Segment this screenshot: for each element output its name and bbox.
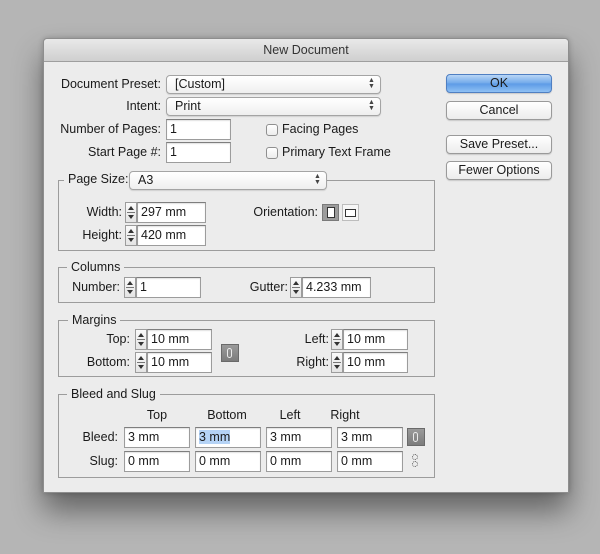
slug-left-input[interactable]: 0 mm [266, 451, 332, 472]
margins-link-button[interactable] [221, 344, 239, 362]
gutter-input[interactable]: 4.233 mm [302, 277, 371, 298]
margin-bottom-input[interactable]: 10 mm [147, 352, 212, 373]
margin-right-input[interactable]: 10 mm [343, 352, 408, 373]
margins-title: Margins [68, 313, 121, 327]
bleed-col-top: Top [146, 408, 168, 422]
margin-top-label: Top: [106, 332, 130, 346]
chain-link-icon [413, 432, 418, 442]
fewer-options-button[interactable]: Fewer Options [446, 161, 552, 180]
margin-bottom-stepper[interactable] [135, 352, 147, 373]
width-stepper[interactable] [125, 202, 137, 223]
bleed-col-right: Right [330, 408, 360, 422]
height-stepper[interactable] [125, 225, 137, 246]
dialog-title: New Document [44, 39, 568, 62]
number-of-pages-input[interactable]: 1 [166, 119, 231, 140]
ok-button[interactable]: OK [446, 74, 552, 93]
margin-right-stepper[interactable] [331, 352, 343, 373]
gutter-label: Gutter: [249, 280, 288, 294]
page-size-value: A3 [138, 173, 154, 187]
facing-pages-label[interactable]: Facing Pages [282, 119, 358, 139]
width-label: Width: [86, 205, 122, 219]
landscape-orientation-button[interactable] [342, 204, 359, 221]
orientation-label: Orientation: [253, 205, 318, 219]
bleed-bottom-input[interactable]: 3 mm [195, 427, 261, 448]
new-document-dialog: New Document Document Preset: [Custom] ▲… [43, 38, 569, 493]
slug-right-input[interactable]: 0 mm [337, 451, 403, 472]
margin-left-input[interactable]: 10 mm [343, 329, 408, 350]
slug-bottom-input[interactable]: 0 mm [195, 451, 261, 472]
slug-label: Slug: [89, 454, 119, 468]
slug-link-button[interactable] [407, 452, 425, 470]
bleed-slug-title: Bleed and Slug [67, 387, 160, 401]
intent-value: Print [175, 99, 201, 113]
columns-number-label: Number: [72, 280, 120, 294]
margin-left-label: Left: [304, 332, 329, 346]
broken-chain-link-icon-top [412, 454, 418, 460]
document-preset-select[interactable]: [Custom] ▲ ▼ [166, 75, 381, 94]
cancel-button[interactable]: Cancel [446, 101, 552, 120]
bleed-left-input[interactable]: 3 mm [266, 427, 332, 448]
width-input[interactable]: 297 mm [137, 202, 206, 223]
primary-text-frame-checkbox[interactable] [266, 147, 278, 159]
bleed-col-bottom: Bottom [207, 408, 247, 422]
portrait-page-icon [327, 207, 335, 218]
height-label: Height: [82, 228, 122, 242]
slug-top-input[interactable]: 0 mm [124, 451, 190, 472]
start-page-input[interactable]: 1 [166, 142, 231, 163]
margin-top-input[interactable]: 10 mm [147, 329, 212, 350]
primary-text-frame-label[interactable]: Primary Text Frame [282, 142, 391, 162]
height-input[interactable]: 420 mm [137, 225, 206, 246]
margin-top-stepper[interactable] [135, 329, 147, 350]
margin-bottom-label: Bottom: [86, 355, 130, 369]
columns-title: Columns [67, 260, 125, 274]
columns-number-stepper[interactable] [124, 277, 136, 298]
select-arrows-icon: ▲ ▼ [368, 77, 375, 90]
margin-left-stepper[interactable] [331, 329, 343, 350]
number-of-pages-label: Number of Pages: [60, 122, 161, 136]
landscape-page-icon [345, 209, 356, 217]
page-size-select[interactable]: A3 ▲ ▼ [129, 171, 327, 190]
bleed-bottom-selected-text: 3 mm [199, 430, 231, 444]
save-preset-button[interactable]: Save Preset... [446, 135, 552, 154]
select-arrows-icon: ▲ ▼ [368, 99, 375, 112]
columns-number-input[interactable]: 1 [136, 277, 201, 298]
portrait-orientation-button[interactable] [322, 204, 339, 221]
page-size-label: Page Size: [64, 172, 133, 186]
bleed-link-button[interactable] [407, 428, 425, 446]
broken-chain-link-icon-bottom [412, 461, 418, 467]
document-preset-label: Document Preset: [60, 77, 161, 91]
gutter-stepper[interactable] [290, 277, 302, 298]
start-page-label: Start Page #: [88, 145, 161, 159]
bleed-label: Bleed: [82, 430, 118, 444]
intent-select[interactable]: Print ▲ ▼ [166, 97, 381, 116]
intent-label: Intent: [126, 99, 161, 113]
chain-link-icon [227, 348, 232, 358]
select-arrows-icon: ▲ ▼ [314, 173, 321, 186]
facing-pages-checkbox[interactable] [266, 124, 278, 136]
bleed-top-input[interactable]: 3 mm [124, 427, 190, 448]
document-preset-value: [Custom] [175, 77, 226, 91]
margin-right-label: Right: [296, 355, 329, 369]
bleed-right-input[interactable]: 3 mm [337, 427, 403, 448]
